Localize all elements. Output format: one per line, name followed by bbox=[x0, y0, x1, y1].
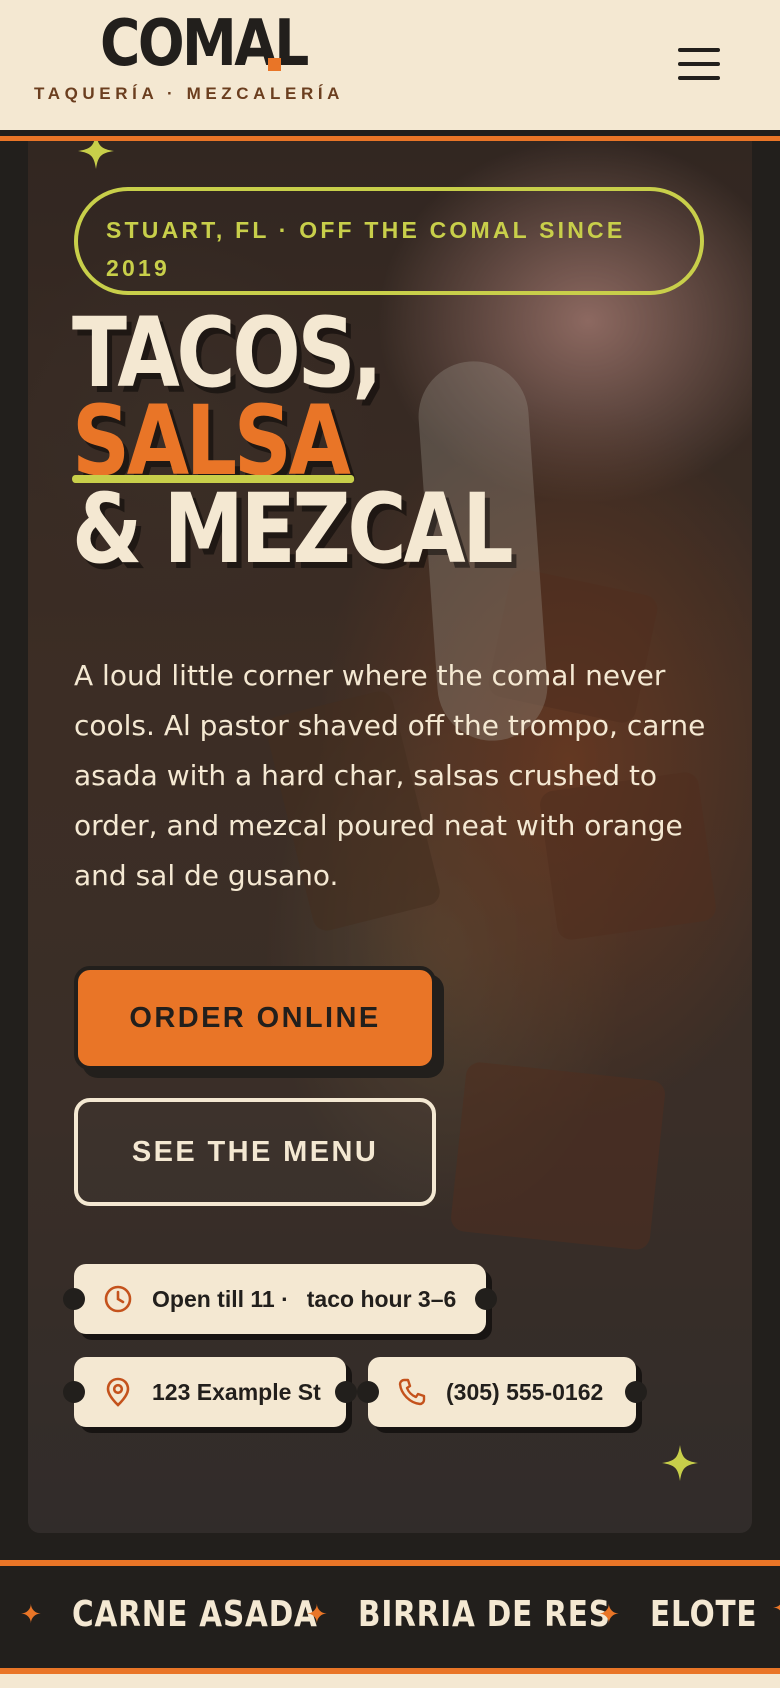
ticker-label: ELOTE bbox=[649, 1594, 758, 1635]
chip-notch bbox=[357, 1381, 379, 1403]
chip-notch bbox=[63, 1288, 85, 1310]
next-section-edge bbox=[0, 1674, 780, 1688]
chip-notch bbox=[475, 1288, 497, 1310]
hamburger-bar bbox=[678, 76, 720, 80]
hamburger-bar bbox=[678, 48, 720, 52]
order-online-label: ORDER ONLINE bbox=[129, 1001, 381, 1034]
see-menu-label: SEE THE MENU bbox=[131, 1135, 379, 1168]
site-header: COMAL TAQUERÍA · MEZCALERÍA bbox=[0, 0, 780, 130]
sparkle-icon bbox=[662, 1445, 698, 1481]
star-icon: ✦ bbox=[306, 1599, 328, 1630]
hero-description: A loud little corner where the comal nev… bbox=[74, 659, 706, 892]
map-pin-icon bbox=[102, 1376, 134, 1408]
headline-line: TACOS, bbox=[72, 297, 383, 409]
location-badge-text: STUART, FL · OFF THE COMAL SINCE 2019 bbox=[106, 217, 626, 281]
hamburger-menu-icon[interactable] bbox=[674, 44, 724, 84]
chip-notch bbox=[335, 1381, 357, 1403]
ticker-item: ✦ ELOTE bbox=[598, 1594, 780, 1635]
logo-dot bbox=[268, 58, 281, 71]
ticker-label: CARNE ASADA bbox=[71, 1594, 318, 1635]
headline-line: & MEZCAL bbox=[72, 473, 514, 585]
see-menu-button[interactable]: SEE THE MENU bbox=[74, 1098, 436, 1206]
location-badge: STUART, FL · OFF THE COMAL SINCE 2019 bbox=[74, 187, 704, 295]
hero-section: STUART, FL · OFF THE COMAL SINCE 2019 TA… bbox=[28, 141, 752, 1533]
phone-chip[interactable]: (305) 555-0162 bbox=[357, 1357, 647, 1427]
hero-headline: TACOS, SALSA & MEZCAL bbox=[72, 297, 514, 585]
address-text: 123 Example St bbox=[152, 1378, 321, 1405]
menu-ticker: ✦ CARNE ASADA ✦ BIRRIA DE RES ✦ ELOTE ✦ bbox=[0, 1566, 780, 1668]
ticker-item: ✦ bbox=[772, 1594, 780, 1624]
logo-tagline: TAQUERÍA · MEZCALERÍA bbox=[34, 84, 345, 103]
taco-hour-text: taco hour 3–6 bbox=[306, 1285, 457, 1312]
address-chip[interactable]: 123 Example St bbox=[63, 1357, 357, 1427]
star-icon: ✦ bbox=[598, 1599, 620, 1630]
star-icon: ✦ bbox=[20, 1599, 42, 1630]
logo[interactable]: COMAL bbox=[100, 6, 309, 83]
ticker-label: BIRRIA DE RES bbox=[357, 1594, 611, 1635]
chip-notch bbox=[63, 1381, 85, 1403]
headline-accent: SALSA bbox=[72, 385, 355, 497]
order-online-button[interactable]: ORDER ONLINE bbox=[74, 966, 436, 1070]
star-icon: ✦ bbox=[772, 1594, 780, 1624]
clock-icon bbox=[102, 1283, 134, 1315]
chip-notch bbox=[625, 1381, 647, 1403]
hamburger-bar bbox=[678, 62, 720, 66]
phone-icon bbox=[396, 1376, 428, 1408]
hours-chip: Open till 11 · taco hour 3–6 bbox=[63, 1264, 497, 1334]
sparkle-icon bbox=[78, 141, 114, 169]
phone-text: (305) 555-0162 bbox=[446, 1378, 604, 1405]
hours-text: Open till 11 · bbox=[152, 1285, 289, 1312]
